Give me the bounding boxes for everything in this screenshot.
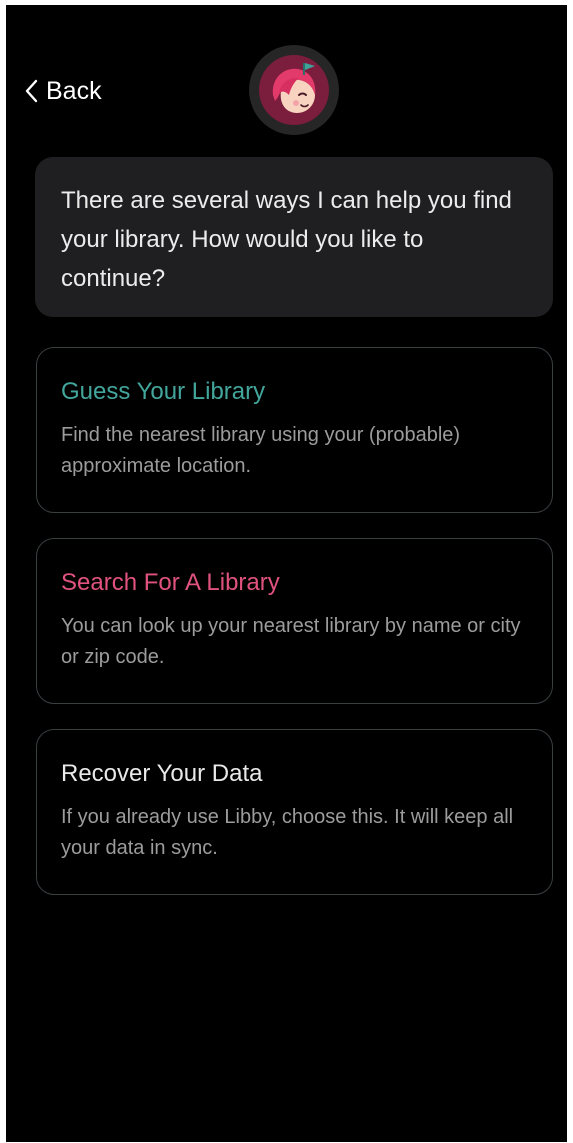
- option-title: Recover Your Data: [61, 760, 263, 787]
- back-label: Back: [46, 76, 102, 105]
- chevron-left-icon: [24, 78, 44, 104]
- recover-data-option[interactable]: Recover Your Data If you already use Lib…: [36, 729, 553, 895]
- back-button[interactable]: Back: [24, 73, 102, 109]
- screen: Back There are several ways I can help y…: [6, 5, 567, 1142]
- prompt-bubble: There are several ways I can help you fi…: [35, 157, 553, 317]
- libby-avatar-icon: [259, 55, 329, 125]
- search-library-option[interactable]: Search For A Library You can look up you…: [36, 538, 553, 704]
- option-title: Search For A Library: [61, 569, 280, 596]
- guess-library-option[interactable]: Guess Your Library Find the nearest libr…: [36, 347, 553, 513]
- option-description: Find the nearest library using your (pro…: [61, 424, 461, 477]
- option-description: If you already use Libby, choose this. I…: [61, 806, 514, 859]
- option-title: Guess Your Library: [61, 378, 266, 405]
- option-description: You can look up your nearest library by …: [61, 615, 521, 668]
- prompt-text: There are several ways I can help you fi…: [61, 187, 512, 292]
- libby-avatar: [249, 45, 339, 135]
